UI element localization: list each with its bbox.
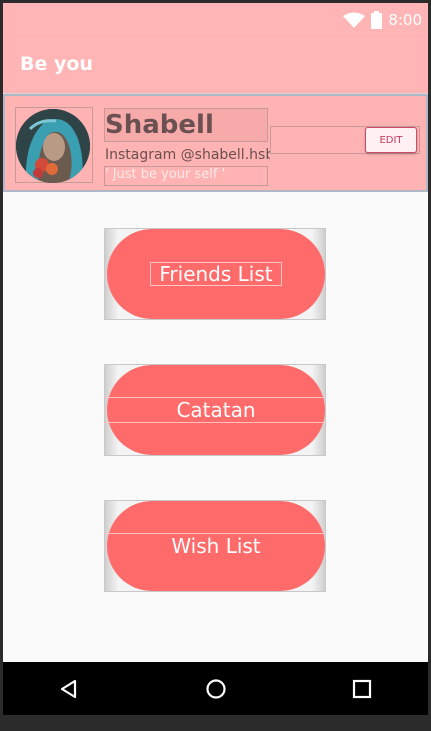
catatan-guide-line — [104, 422, 326, 423]
profile-name: Shabell — [105, 110, 214, 140]
status-icons: 8:00 — [343, 10, 422, 30]
wifi-icon — [343, 12, 366, 28]
navigation-bar — [3, 662, 428, 715]
battery-icon — [371, 11, 383, 29]
app-title: Be you — [20, 53, 93, 75]
wish-list-label: Wish List — [171, 534, 261, 558]
catatan-button[interactable]: Catatan — [107, 365, 325, 455]
profile-quote: ' Just be your self ' — [105, 167, 226, 182]
status-bar: 8:00 — [3, 3, 428, 37]
profile-card: Shabell Instagram @shabell.hsb ' Just be… — [3, 94, 428, 192]
phone-screen: 8:00 Be you Shabell Instagram @shabell.h… — [3, 3, 428, 715]
edit-button[interactable]: EDIT — [365, 127, 417, 153]
status-time: 8:00 — [388, 11, 422, 29]
catatan-label: Catatan — [176, 398, 256, 422]
wish-list-button[interactable]: Wish List — [107, 501, 325, 591]
catatan-guide-line — [104, 397, 326, 398]
avatar-image — [16, 109, 90, 183]
home-icon[interactable] — [203, 676, 229, 702]
app-bar: Be you — [3, 37, 428, 93]
wish-list-guide-line — [104, 533, 326, 534]
profile-instagram: Instagram @shabell.hsb — [105, 147, 270, 163]
avatar[interactable] — [16, 109, 90, 183]
recents-icon[interactable] — [349, 676, 375, 702]
friends-list-label: Friends List — [150, 262, 282, 286]
back-icon[interactable] — [56, 676, 82, 702]
friends-list-button[interactable]: Friends List — [107, 229, 325, 319]
